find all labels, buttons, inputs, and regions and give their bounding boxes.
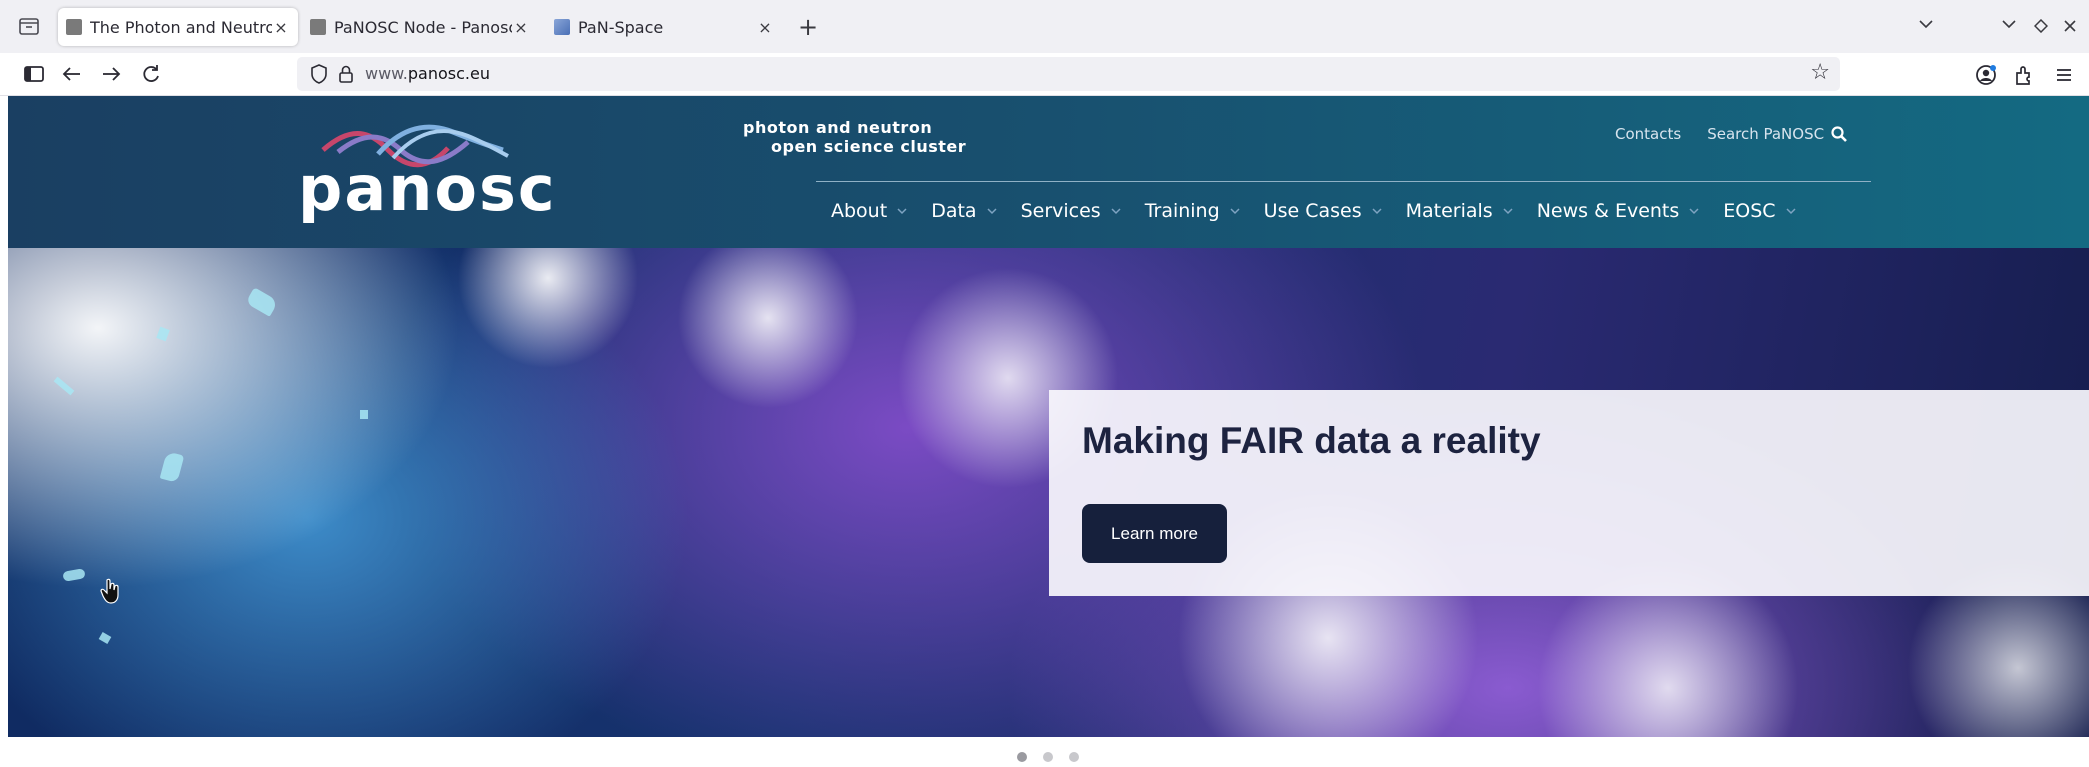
forward-icon[interactable] [98, 61, 124, 87]
hero-decoration [360, 410, 368, 419]
hero-title: Making FAIR data a reality [1082, 420, 1541, 461]
back-icon[interactable] [59, 61, 85, 87]
web-page: panosc photon and neutron open science c… [8, 96, 2089, 767]
tagline-line-2: open science cluster [771, 137, 967, 156]
address-bar[interactable]: www.panosc.eu ☆ [297, 57, 1840, 91]
nav-item-materials[interactable]: Materials [1406, 200, 1513, 222]
tracking-protection-shield-icon[interactable] [309, 63, 329, 85]
url-domain: panosc.eu [407, 64, 490, 83]
tab-panosc-home[interactable]: The Photon and Neutron Open Science Clus… [58, 8, 298, 46]
chevron-down-icon [1503, 207, 1513, 214]
chevron-down-icon [897, 207, 907, 214]
new-tab-button[interactable]: + [798, 12, 818, 42]
url-text[interactable]: www.panosc.eu [365, 64, 490, 83]
site-tagline: photon and neutron open science cluster [743, 118, 966, 156]
hero-decoration [62, 568, 86, 582]
close-window-icon[interactable] [2064, 20, 2076, 32]
tab-title: The Photon and Neutron Open Science Clus… [90, 17, 272, 37]
close-tab-icon[interactable]: × [756, 18, 774, 37]
nav-item-data[interactable]: Data [931, 200, 997, 222]
hero-decoration [53, 376, 75, 396]
lock-icon[interactable] [337, 63, 355, 85]
tab-title: PaNOSC Node - Panosc [334, 17, 512, 37]
learn-more-button[interactable]: Learn more [1082, 504, 1227, 563]
hero-carousel: Making FAIR data a reality Learn more [8, 248, 2089, 737]
chevron-down-icon [987, 207, 997, 214]
main-navigation: About Data Services Training Use Cases M… [831, 200, 1820, 222]
nav-item-eosc[interactable]: EOSC [1723, 200, 1796, 222]
hero-decoration [159, 451, 185, 483]
carousel-pagination [1017, 752, 1095, 762]
maximize-icon[interactable] [2034, 19, 2048, 33]
nav-item-label: News & Events [1536, 200, 1680, 222]
tab-panosc-node[interactable]: PaNOSC Node - Panosc × [302, 8, 538, 46]
carousel-dot-3[interactable] [1069, 752, 1079, 762]
nav-item-label: EOSC [1723, 200, 1776, 222]
nav-item-services[interactable]: Services [1021, 200, 1121, 222]
nav-item-label: Training [1144, 200, 1220, 222]
contacts-link[interactable]: Contacts [1615, 125, 1681, 143]
site-header: panosc photon and neutron open science c… [8, 96, 2089, 248]
tab-bar: The Photon and Neutron Open Science Clus… [0, 0, 2089, 53]
carousel-dot-1[interactable] [1017, 752, 1027, 762]
nav-item-about[interactable]: About [831, 200, 907, 222]
tab-pan-space[interactable]: PaN-Space × [546, 8, 782, 46]
minimize-icon[interactable] [2001, 18, 2017, 30]
chevron-down-icon [1111, 207, 1121, 214]
url-prefix: www. [365, 64, 408, 83]
hero-decoration [245, 287, 279, 317]
carousel-dot-2[interactable] [1043, 752, 1053, 762]
header-top-links: Contacts Search PaNOSC [1615, 125, 1848, 143]
nav-item-news-events[interactable]: News & Events [1537, 200, 1700, 222]
reload-icon[interactable] [138, 61, 164, 87]
nav-item-label: Use Cases [1263, 200, 1362, 222]
nav-item-label: Data [931, 200, 977, 222]
nav-item-use-cases[interactable]: Use Cases [1264, 200, 1382, 222]
hero-decoration [156, 326, 170, 342]
app-menu-icon[interactable] [2054, 63, 2074, 87]
close-tab-icon[interactable]: × [512, 18, 530, 37]
navigation-toolbar: www.panosc.eu ☆ [0, 53, 2089, 96]
sidebar-toggle-icon[interactable] [21, 61, 47, 87]
bookmark-star-icon[interactable]: ☆ [1810, 60, 1830, 85]
account-icon[interactable] [1974, 63, 1998, 87]
extensions-icon[interactable] [2013, 63, 2035, 87]
tagline-line-1: photon and neutron [743, 118, 933, 137]
hero-decoration [98, 632, 112, 644]
chevron-down-icon [1689, 207, 1699, 214]
chevron-down-icon [1786, 207, 1796, 214]
nav-item-label: Materials [1405, 200, 1493, 222]
nav-item-label: About [831, 200, 888, 222]
search-link[interactable]: Search PaNOSC [1707, 125, 1824, 143]
chevron-down-icon [1230, 207, 1240, 214]
search-icon[interactable] [1830, 125, 1848, 143]
hero-card: Making FAIR data a reality Learn more [1049, 390, 2089, 596]
tab-overflow-chevron-icon[interactable] [1918, 18, 1934, 30]
chevron-down-icon [1372, 207, 1382, 214]
mouse-pointer-hand-icon [100, 578, 119, 604]
tab-list-icon[interactable] [18, 16, 40, 36]
favicon-icon [66, 19, 82, 35]
nav-item-label: Services [1020, 200, 1101, 222]
favicon-icon [310, 19, 326, 35]
logo-wordmark: panosc [298, 152, 557, 225]
nav-item-training[interactable]: Training [1145, 200, 1240, 222]
header-divider [816, 181, 1871, 182]
close-tab-icon[interactable]: × [272, 18, 290, 37]
favicon-icon [554, 19, 570, 35]
panosc-logo[interactable]: panosc [298, 118, 608, 228]
tab-title: PaN-Space [578, 17, 664, 37]
